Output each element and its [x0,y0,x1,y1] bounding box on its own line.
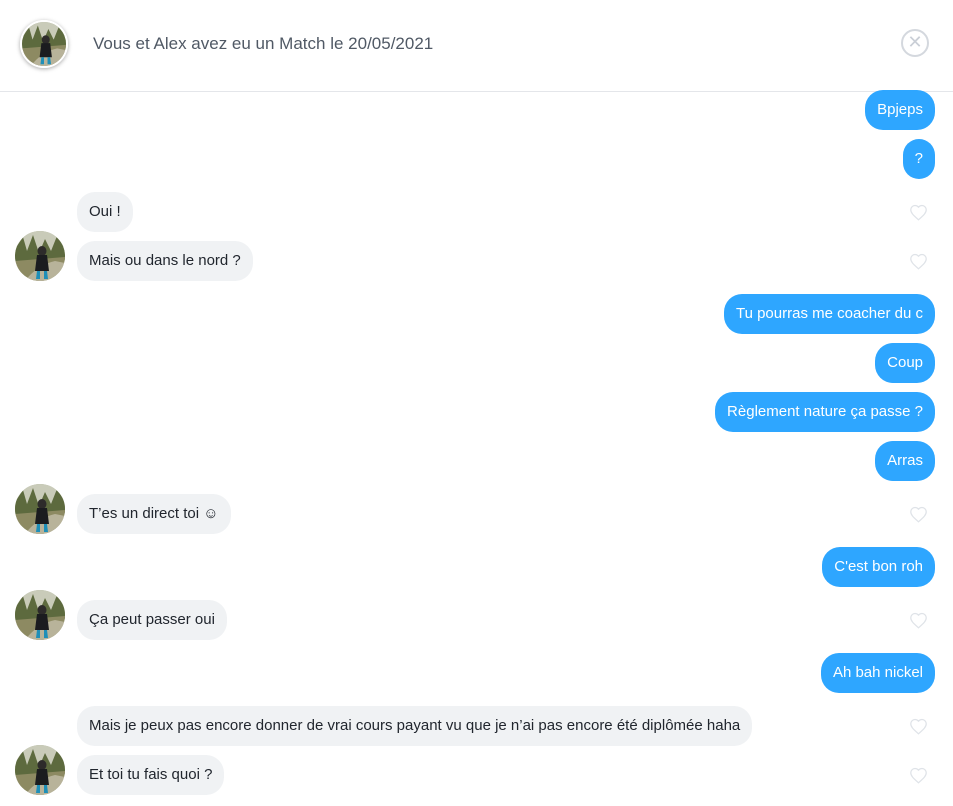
message-bubble-outgoing: Ah bah nickel [820,653,935,693]
message-bubble-incoming: Mais ou dans le nord ? [77,241,253,281]
heart-icon[interactable] [909,767,928,784]
message-bubble-outgoing: Tu pourras me coacher du c [723,294,935,334]
sender-avatar[interactable] [15,484,65,534]
heart-icon[interactable] [909,204,928,221]
message-bubble-outgoing: Coup [875,343,935,383]
message-bubble-outgoing: ? [902,139,935,179]
sender-avatar[interactable] [15,590,65,640]
heart-icon[interactable] [909,718,928,735]
heart-icon[interactable] [909,612,928,629]
message-bubble-outgoing: Règlement nature ça passe ? [715,392,935,432]
message-bubble-incoming: Et toi tu fais quoi ? [77,755,225,795]
sender-avatar[interactable] [15,745,65,795]
chat-header: Vous et Alex avez eu un Match le 20/05/2… [0,0,953,92]
heart-icon[interactable] [909,506,928,523]
heart-icon[interactable] [909,253,928,270]
message-bubble-incoming: T’es un direct toi ☺ [77,494,231,534]
message-bubble-incoming: Oui ! [77,192,133,232]
close-icon[interactable]: ✕ [901,29,929,57]
message-bubble-outgoing: Arras [875,441,935,481]
match-title: Vous et Alex avez eu un Match le 20/05/2… [93,34,434,53]
sender-avatar[interactable] [15,231,65,281]
message-bubble-incoming: Mais je peux pas encore donner de vrai c… [77,706,753,746]
message-bubble-outgoing: Bpjeps [865,90,935,130]
message-bubble-incoming: Ça peut passer oui [77,600,227,640]
match-avatar[interactable] [20,20,68,68]
message-bubble-outgoing: C'est bon roh [822,547,935,587]
